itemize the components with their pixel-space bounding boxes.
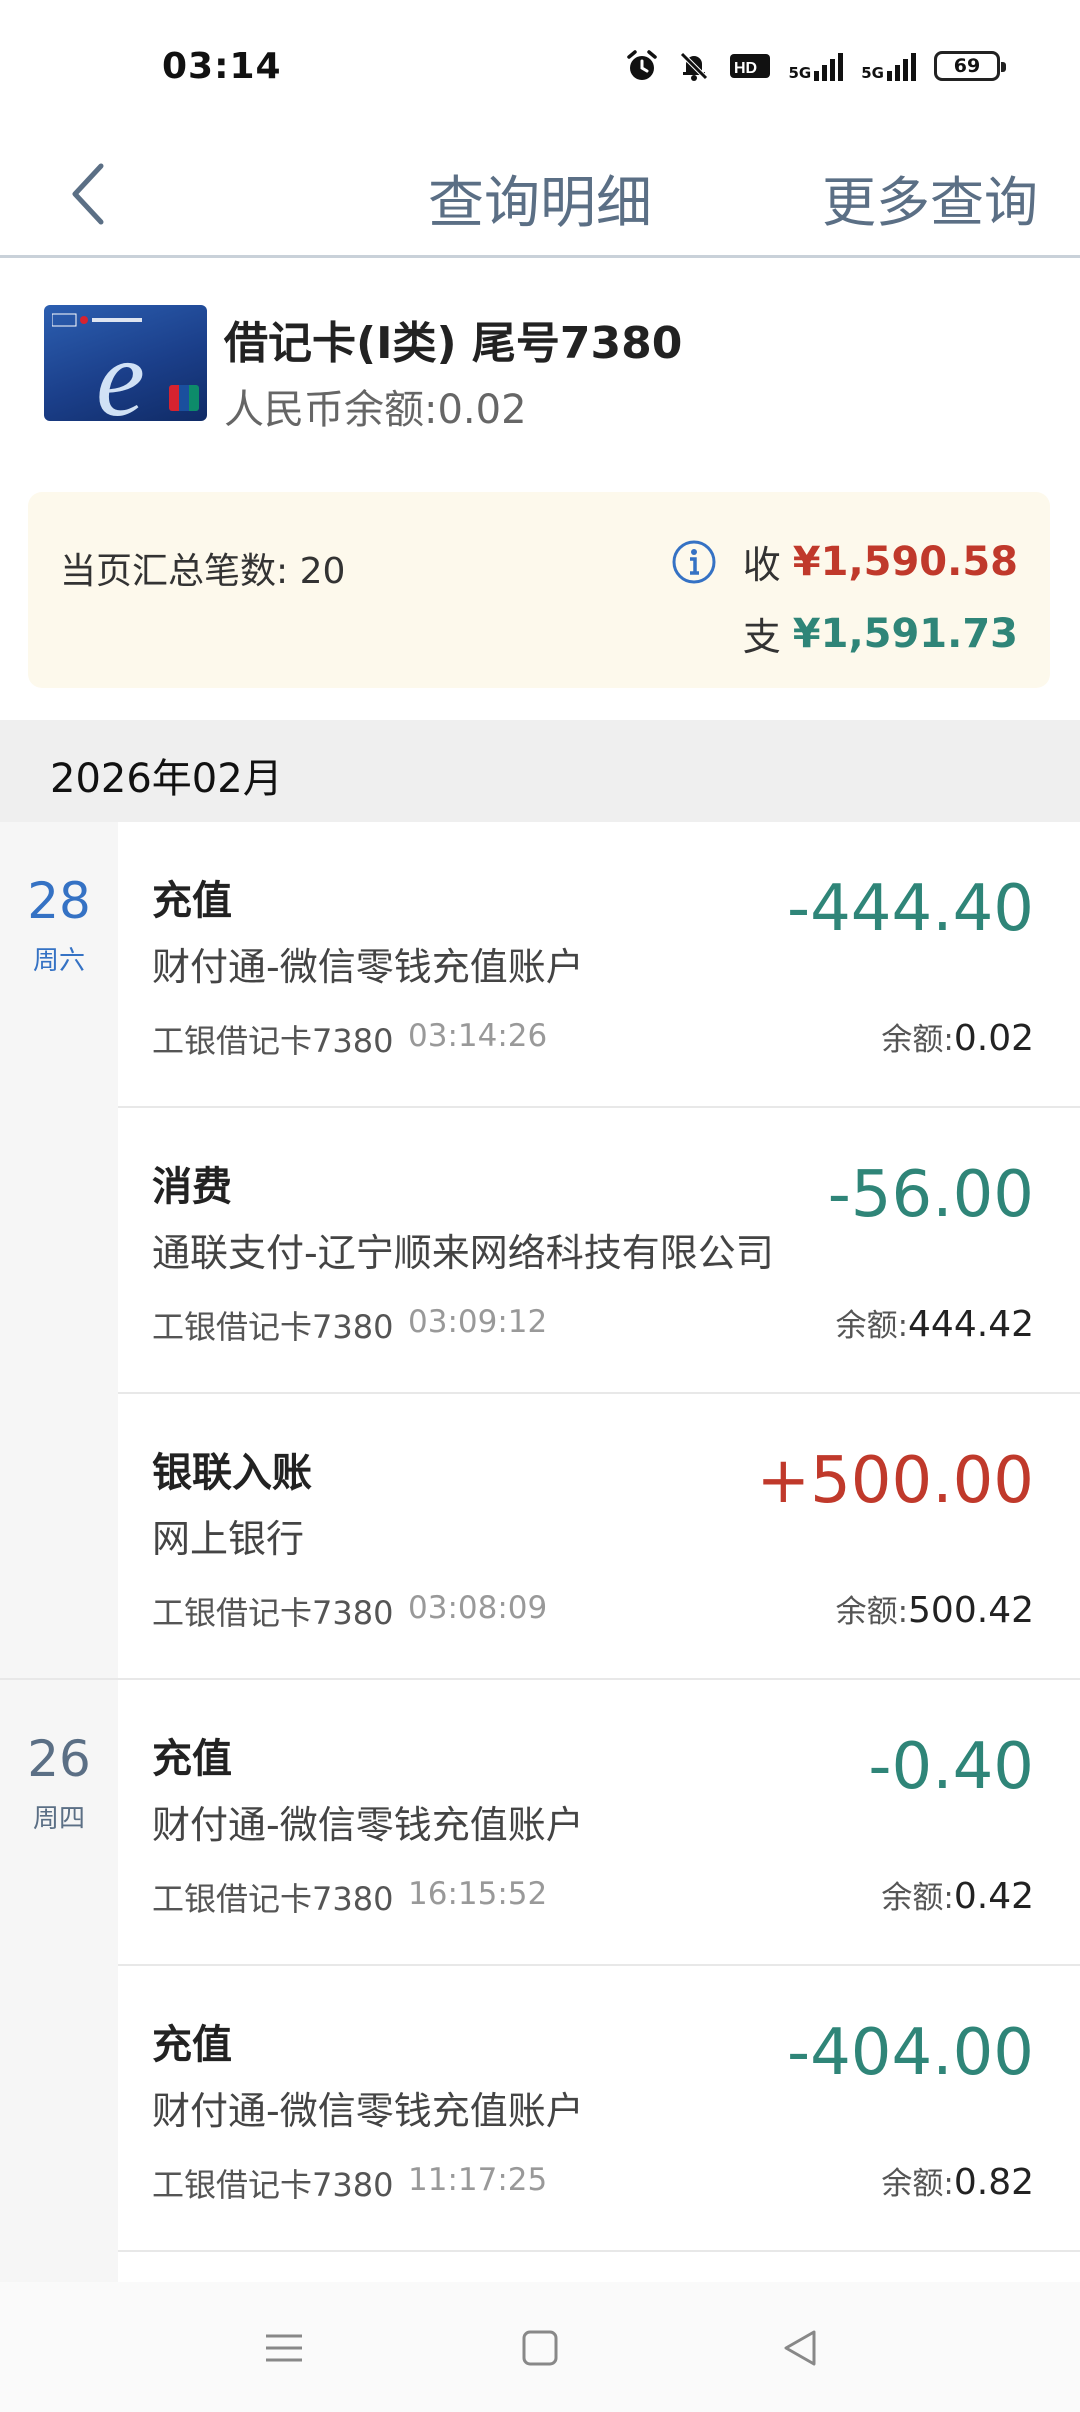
tx-type: 充值 <box>152 2022 232 2068</box>
top-app-bar: 查询明细 更多查询 <box>0 130 1080 258</box>
day-number: 26 <box>27 1730 91 1788</box>
info-icon[interactable] <box>671 539 717 585</box>
system-nav-bar <box>0 2282 1080 2412</box>
tx-amount: +500.00 <box>756 1444 1034 1518</box>
tx-time: 16:15:52 <box>408 1876 548 1912</box>
svg-text:HD: HD <box>734 60 757 77</box>
tx-time: 11:17:25 <box>408 2162 548 2198</box>
month-label: 2026年02月 <box>50 756 283 802</box>
tx-type: 消费 <box>152 1164 232 1210</box>
tx-balance-label: 余额: <box>881 1880 954 1916</box>
tx-balance: 余额:0.82 <box>881 2158 1034 2203</box>
home-square-icon <box>522 2330 558 2366</box>
summary-income: 收 ¥1,590.58 <box>671 534 1018 589</box>
tx-balance-value: 0.42 <box>953 1876 1034 1917</box>
hd-icon: HD <box>729 54 770 78</box>
day-weekday: 周四 <box>32 1804 85 1834</box>
month-header: 2026年02月 <box>0 720 1080 822</box>
tx-counterparty: 财付通-微信零钱充值账户 <box>152 1803 584 1847</box>
tx-balance: 余额:444.42 <box>836 1300 1034 1345</box>
tx-counterparty: 财付通-微信零钱充值账户 <box>152 945 584 989</box>
card-e-mark: e <box>96 317 145 421</box>
tx-counterparty: 财付通-微信零钱充值账户 <box>152 2089 584 2133</box>
tx-amount: -56.00 <box>827 1158 1034 1232</box>
summary-count: 当页汇总笔数: 20 <box>60 551 346 592</box>
mute-bell-icon <box>679 52 708 81</box>
income-label: 收 <box>742 543 781 587</box>
unionpay-logo-icon <box>169 385 199 411</box>
status-time: 03:14 <box>162 46 282 87</box>
signal-bars-icon <box>887 53 916 81</box>
tx-balance-value: 0.82 <box>953 2162 1034 2203</box>
income-amount: ¥1,590.58 <box>792 538 1018 585</box>
transaction-row[interactable]: 充值 财付通-微信零钱充值账户 工银借记卡7380 03:14:26 -444.… <box>118 822 1080 1108</box>
network-label-2: 5G <box>861 64 884 82</box>
day-weekday: 周六 <box>32 946 85 976</box>
day-group: 26 周四 <box>0 1680 118 2282</box>
tx-time: 03:08:09 <box>408 1590 548 1626</box>
page-summary: 当页汇总笔数: 20 收 ¥1,590.58 支 ¥1,591.73 <box>28 492 1050 688</box>
network-label-1: 5G <box>788 64 812 82</box>
tx-card: 工银借记卡7380 <box>152 2166 394 2204</box>
tx-balance: 余额:500.42 <box>836 1586 1034 1631</box>
more-query-button[interactable]: 更多查询 <box>822 158 1038 237</box>
tx-balance: 余额:0.42 <box>881 1872 1034 1917</box>
tx-amount: -444.40 <box>786 872 1034 946</box>
transaction-row[interactable]: 充值 财付通-微信零钱充值账户 工银借记卡7380 16:15:52 -0.40… <box>118 1680 1080 1966</box>
tx-type: 充值 <box>152 1736 232 1782</box>
triangle-back-icon <box>784 2330 816 2366</box>
tx-time: 03:14:26 <box>408 1018 548 1054</box>
battery-icon: 69 <box>934 51 1006 81</box>
transaction-list: 28 周六 26 周四 充值 财付通-微信零钱充值账户 工银借记卡7380 03… <box>0 822 1080 2282</box>
bank-card-image: e <box>44 305 207 421</box>
tx-counterparty: 网上银行 <box>152 1517 305 1561</box>
back-nav-button[interactable] <box>770 2318 830 2378</box>
tx-amount: -404.00 <box>786 2016 1034 2090</box>
tx-card: 工银借记卡7380 <box>152 1594 394 1632</box>
tx-balance: 余额:0.02 <box>881 1014 1034 1059</box>
tx-balance-value: 444.42 <box>908 1304 1034 1345</box>
tx-balance-label: 余额: <box>835 1594 909 1630</box>
tx-type: 银联入账 <box>152 1450 312 1496</box>
home-button[interactable] <box>510 2318 570 2378</box>
status-bar: 03:14 HD 5G 5G 69 <box>0 0 1080 130</box>
tx-balance-value: 500.42 <box>908 1590 1034 1631</box>
tx-time: 03:09:12 <box>408 1304 548 1340</box>
expense-amount: ¥1,591.73 <box>792 610 1018 657</box>
tx-card: 工银借记卡7380 <box>152 1880 394 1918</box>
menu-icon <box>266 2334 302 2362</box>
tx-balance-value: 0.02 <box>953 1018 1034 1059</box>
tx-amount: -0.40 <box>868 1730 1034 1804</box>
tx-balance-label: 余额: <box>835 1308 909 1344</box>
day-number: 28 <box>27 872 91 930</box>
menu-button[interactable] <box>254 2318 314 2378</box>
status-icons: HD 5G 5G 69 <box>625 44 1006 88</box>
tx-balance-label: 余额: <box>881 1022 954 1058</box>
tx-counterparty: 通联支付-辽宁顺来网络科技有限公司 <box>152 1231 774 1275</box>
transaction-row[interactable]: 银联入账 网上银行 工银借记卡7380 03:08:09 +500.00 余额:… <box>118 1394 1080 1680</box>
alarm-icon <box>626 50 657 80</box>
battery-level: 69 <box>953 55 981 77</box>
transaction-row[interactable]: 充值 财付通-微信零钱充值账户 工银借记卡7380 11:17:25 -404.… <box>118 1966 1080 2252</box>
signal-2: 5G <box>861 51 916 81</box>
signal-1: 5G <box>789 51 844 81</box>
transaction-row[interactable]: 消费 通联支付-辽宁顺来网络科技有限公司 工银借记卡7380 03:09:12 … <box>118 1108 1080 1394</box>
tx-card: 工银借记卡7380 <box>152 1022 394 1060</box>
card-info: e 借记卡(I类) 尾号7380 人民币余额:0.02 <box>0 261 1080 481</box>
signal-bars-icon <box>814 53 844 81</box>
tx-balance-label: 余额: <box>881 2166 954 2202</box>
card-name: 借记卡(I类) 尾号7380 <box>224 318 683 369</box>
tx-type: 充值 <box>152 878 232 924</box>
tx-card: 工银借记卡7380 <box>152 1308 394 1346</box>
day-group: 28 周六 <box>0 822 118 1680</box>
card-balance: 人民币余额:0.02 <box>224 387 527 433</box>
summary-expense: 支 ¥1,591.73 <box>743 606 1018 661</box>
expense-label: 支 <box>742 615 781 659</box>
